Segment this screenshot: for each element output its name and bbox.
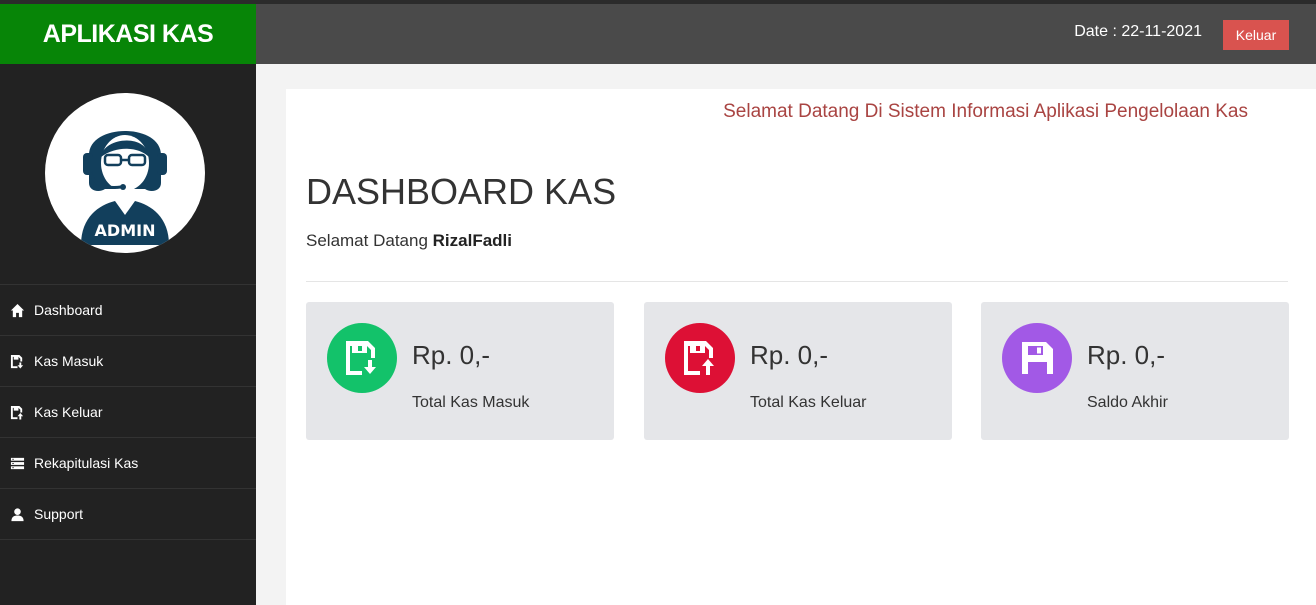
date-text: Date : 22-11-2021	[1074, 23, 1202, 40]
top-bar: Date : 22-11-2021 Keluar	[256, 4, 1316, 64]
card-value: Rp. 0,-	[412, 340, 491, 370]
list-icon	[0, 456, 34, 471]
sidebar-item-dashboard[interactable]: Dashboard	[0, 285, 256, 336]
card-label: Total Kas Masuk	[412, 394, 530, 411]
divider	[306, 281, 1288, 282]
svg-text:ADMIN: ADMIN	[95, 221, 156, 240]
sidebar-menu: Dashboard Kas Masuk Kas Keluar Rekapitul…	[0, 284, 256, 540]
card-value: Rp. 0,-	[750, 340, 829, 370]
sidebar-item-label: Kas Keluar	[34, 404, 103, 420]
welcome-text: Selamat Datang RizalFadli	[306, 231, 512, 251]
home-icon	[0, 303, 34, 318]
welcome-marquee: Selamat Datang Di Sistem Informasi Aplik…	[723, 101, 1248, 122]
sidebar-item-kas-keluar[interactable]: Kas Keluar	[0, 387, 256, 438]
card-value: Rp. 0,-	[1087, 340, 1166, 370]
username: RizalFadli	[432, 231, 512, 250]
page-title: DASHBOARD KAS	[306, 171, 617, 212]
admin-avatar-icon: ADMIN	[81, 131, 169, 245]
total-kas-keluar-card: Rp. 0,- Total Kas Keluar	[644, 302, 952, 440]
cash-out-icon	[0, 405, 34, 420]
sidebar-item-label: Support	[34, 506, 84, 522]
save-icon	[1002, 323, 1072, 393]
app-brand: APLIKASI KAS	[0, 4, 256, 64]
card-label: Total Kas Keluar	[750, 394, 867, 411]
cash-in-icon	[0, 354, 34, 369]
sidebar-item-kas-masuk[interactable]: Kas Masuk	[0, 336, 256, 387]
logout-button[interactable]: Keluar	[1223, 20, 1289, 50]
sidebar-item-rekapitulasi-kas[interactable]: Rekapitulasi Kas	[0, 438, 256, 489]
save-download-icon	[327, 323, 397, 393]
avatar: ADMIN	[45, 93, 205, 253]
welcome-prefix: Selamat Datang	[306, 231, 433, 250]
sidebar-item-label: Rekapitulasi Kas	[34, 455, 139, 471]
saldo-akhir-card: Rp. 0,- Saldo Akhir	[981, 302, 1289, 440]
total-kas-masuk-card: Rp. 0,- Total Kas Masuk	[306, 302, 614, 440]
card-label: Saldo Akhir	[1087, 394, 1168, 411]
save-upload-icon	[665, 323, 735, 393]
sidebar-item-support[interactable]: Support	[0, 489, 256, 540]
sidebar: ADMIN Dashboard Kas Masuk Kas Keluar Rek…	[0, 64, 256, 605]
sidebar-item-label: Kas Masuk	[34, 353, 104, 369]
main-panel: Selamat Datang Di Sistem Informasi Aplik…	[286, 89, 1316, 605]
user-icon	[0, 507, 34, 522]
sidebar-item-label: Dashboard	[34, 302, 103, 318]
